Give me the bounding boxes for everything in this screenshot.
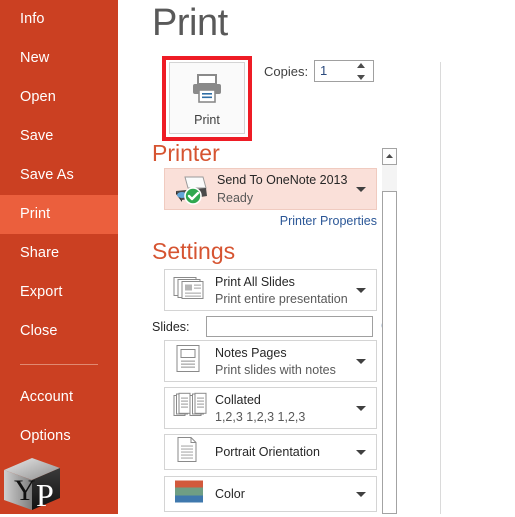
sidebar-item-new[interactable]: New (0, 39, 118, 78)
sidebar-item-close[interactable]: Close (0, 312, 118, 351)
copies-value[interactable]: 1 (320, 63, 327, 78)
print-pane: Print Print Copies: 1 Printer Send To On… (118, 0, 515, 514)
collate-icon (173, 392, 207, 424)
sidebar-item-label: Close (20, 323, 58, 339)
printer-selector[interactable]: Send To OneNote 2013 Ready (164, 168, 377, 210)
sidebar-item-label: Info (20, 11, 45, 27)
setting-collation[interactable]: Collated 1,2,3 1,2,3 1,2,3 (164, 387, 377, 429)
sidebar-item-label: Options (20, 428, 71, 444)
printer-ready-icon (173, 175, 211, 210)
sidebar-item-save[interactable]: Save (0, 117, 118, 156)
chevron-down-icon[interactable] (356, 450, 366, 455)
setting-color[interactable]: Color (164, 476, 377, 512)
sidebar-item-options[interactable]: Options (0, 417, 118, 456)
settings-scrollbar[interactable] (382, 148, 397, 514)
color-bars-icon (173, 479, 205, 510)
chevron-down-icon[interactable] (356, 406, 366, 411)
printer-section-heading: Printer (152, 140, 220, 166)
printer-status: Ready (217, 191, 254, 205)
printer-properties-link[interactable]: Printer Properties (164, 214, 377, 228)
sidebar-item-save-as[interactable]: Save As (0, 156, 118, 195)
scrollbar-thumb[interactable] (382, 191, 397, 514)
sidebar-item-label: Export (20, 284, 63, 300)
setting-title: Collated (215, 393, 261, 407)
backstage-sidebar: Info New Open Save Save As Print Share E… (0, 0, 118, 514)
sidebar-item-label: New (20, 50, 50, 66)
slides-label: Slides: (152, 320, 190, 334)
scroll-up-arrow-icon[interactable] (382, 148, 397, 165)
printer-name: Send To OneNote 2013 (217, 173, 348, 187)
svg-text:P: P (36, 477, 54, 512)
yp-cube-logo: Y P (2, 456, 64, 513)
sidebar-divider (20, 364, 98, 365)
sidebar-item-info[interactable]: Info (0, 0, 118, 39)
sidebar-item-label: Save (20, 128, 54, 144)
slides-stack-icon (173, 275, 205, 306)
chevron-down-icon[interactable] (356, 288, 366, 293)
chevron-down-icon[interactable] (356, 359, 366, 364)
setting-subtitle: Print entire presentation (215, 292, 348, 306)
sidebar-item-share[interactable]: Share (0, 234, 118, 273)
chevron-down-icon[interactable] (356, 492, 366, 497)
copies-stepper[interactable]: 1 (314, 60, 374, 82)
sidebar-item-label: Save As (20, 167, 74, 183)
page-title: Print (152, 2, 228, 44)
copies-spinner-arrows[interactable] (356, 62, 369, 81)
setting-title: Notes Pages (215, 346, 287, 360)
copies-label: Copies: (264, 64, 309, 79)
sidebar-item-label: Open (20, 89, 56, 105)
copies-decrement-icon[interactable] (357, 75, 365, 80)
sidebar-item-label: Account (20, 389, 74, 405)
chevron-down-icon[interactable] (356, 187, 366, 192)
setting-subtitle: Print slides with notes (215, 363, 336, 377)
sidebar-item-open[interactable]: Open (0, 78, 118, 117)
sidebar-item-label: Print (20, 206, 51, 222)
setting-print-layout[interactable]: Notes Pages Print slides with notes (164, 340, 377, 382)
setting-title: Portrait Orientation (215, 445, 320, 459)
scrollbar-track[interactable] (382, 165, 397, 191)
sidebar-item-label: Share (20, 245, 60, 261)
notes-page-icon (173, 345, 203, 378)
printer-icon (190, 73, 224, 110)
setting-print-range[interactable]: Print All Slides Print entire presentati… (164, 269, 377, 311)
sidebar-item-export[interactable]: Export (0, 273, 118, 312)
portrait-page-icon (173, 436, 201, 469)
slides-input[interactable] (206, 316, 373, 337)
settings-section-heading: Settings (152, 238, 236, 264)
setting-subtitle: 1,2,3 1,2,3 1,2,3 (215, 410, 306, 424)
setting-title: Print All Slides (215, 275, 295, 289)
copies-increment-icon[interactable] (357, 63, 365, 68)
print-button[interactable]: Print (169, 62, 245, 134)
print-button-label: Print (194, 113, 220, 127)
svg-text:Y: Y (14, 474, 36, 507)
sidebar-item-print[interactable]: Print (0, 195, 118, 234)
setting-title: Color (215, 487, 245, 501)
pane-divider (440, 62, 441, 514)
sidebar-item-account[interactable]: Account (0, 378, 118, 417)
setting-orientation[interactable]: Portrait Orientation (164, 434, 377, 470)
